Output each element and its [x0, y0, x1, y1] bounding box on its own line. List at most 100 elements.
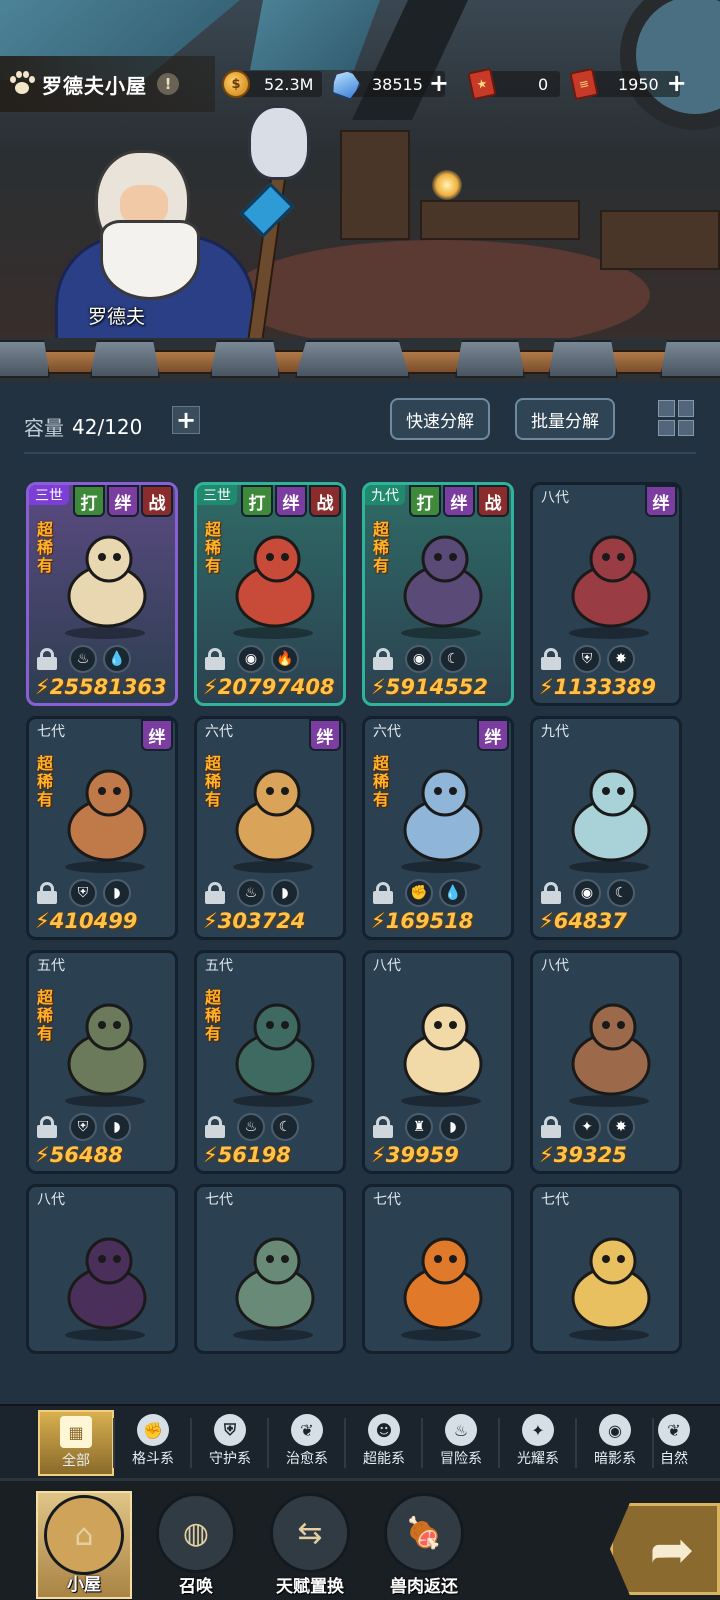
- pet-card[interactable]: 九代打绊战超稀有 ◉ ☾ ⚡5914552: [362, 482, 514, 706]
- category-tab[interactable]: ⛨ 守护系: [192, 1410, 268, 1476]
- lock-icon[interactable]: [373, 1116, 393, 1138]
- lock-icon[interactable]: [541, 1116, 561, 1138]
- pet-card[interactable]: 八代: [26, 1184, 178, 1354]
- compass-icon: ✦: [522, 1414, 554, 1446]
- capacity-display: 容量 42/120: [24, 412, 142, 441]
- nav-egg[interactable]: ◍ 召唤: [148, 1491, 244, 1599]
- category-tab[interactable]: ◉ 暗影系: [577, 1410, 653, 1476]
- pet-card[interactable]: 六代 绊超稀有 ✊ 💧 ⚡169518: [362, 716, 514, 940]
- rarity-badge: 超稀有: [37, 988, 54, 1043]
- eye-icon: ◉: [237, 645, 265, 673]
- grid-view-toggle[interactable]: [656, 398, 696, 438]
- compass-icon: ✦: [573, 1113, 601, 1141]
- pet-card[interactable]: 九代 ◉ ☾ ⚡64837: [530, 716, 682, 940]
- tower-icon: ♜: [405, 1113, 433, 1141]
- quick-decompose-button[interactable]: 快速分解: [390, 398, 490, 440]
- pet-card[interactable]: 八代 绊 ⛨ ✸ ⚡1133389: [530, 482, 682, 706]
- nav-house[interactable]: ⌂ 小屋: [36, 1491, 132, 1599]
- info-icon[interactable]: !: [157, 73, 179, 95]
- tag-badge: 绊: [477, 719, 509, 751]
- pet-storage-panel: 容量 42/120 + 快速分解 批量分解 三世打绊战超稀有 ♨ 💧 ⚡2558136…: [0, 382, 720, 1404]
- lock-icon[interactable]: [37, 1116, 57, 1138]
- staff-crystal: [239, 182, 295, 238]
- scroll-ticket-value: 1950: [618, 74, 659, 94]
- tag-badge: 绊: [309, 719, 341, 751]
- pet-card[interactable]: 八代 ✦ ✸ ⚡39325: [530, 950, 682, 1174]
- pet-card[interactable]: 七代 绊超稀有 ⛨ ◗ ⚡410499: [26, 716, 178, 940]
- lock-icon[interactable]: [373, 648, 393, 670]
- expand-capacity-button[interactable]: +: [172, 406, 200, 434]
- eye-icon: ◉: [405, 645, 433, 673]
- tag-badge: 绊: [141, 719, 173, 751]
- category-tab[interactable]: ❦ 自然: [654, 1410, 694, 1476]
- batch-decompose-button[interactable]: 批量分解: [515, 398, 615, 440]
- category-tab[interactable]: ♨ 冒险系: [423, 1410, 499, 1476]
- arrow-right-icon: ➦: [649, 1517, 695, 1581]
- generation-label: 九代: [365, 485, 405, 505]
- generation-label: 五代: [37, 958, 65, 974]
- tag-badge: 打: [73, 485, 105, 517]
- lock-icon[interactable]: [205, 648, 225, 670]
- pet-card[interactable]: 五代 超稀有 ♨ ☾ ⚡56198: [194, 950, 346, 1174]
- pet-card[interactable]: 七代: [530, 1184, 682, 1354]
- add-scroll-ticket-button[interactable]: +: [665, 71, 689, 96]
- pet-card[interactable]: 三世打绊战超稀有 ◉ 🔥 ⚡20797408: [194, 482, 346, 706]
- rug: [230, 240, 650, 350]
- element-icons: ✦ ✸: [573, 1113, 635, 1141]
- lock-icon[interactable]: [205, 1116, 225, 1138]
- creature-portrait: [215, 1223, 331, 1343]
- gem-value: 38515: [372, 74, 423, 94]
- boot-icon: ◗: [271, 879, 299, 907]
- tag-badge: 绊: [107, 485, 139, 517]
- bond-tags: 打绊战: [409, 485, 509, 517]
- lock-icon[interactable]: [37, 882, 57, 904]
- capacity-label: 容量: [24, 416, 64, 440]
- add-gem-button[interactable]: +: [427, 71, 451, 96]
- shield-icon: ⛨: [69, 879, 97, 907]
- pet-card[interactable]: 七代: [194, 1184, 346, 1354]
- category-tab[interactable]: ✦ 光耀系: [500, 1410, 576, 1476]
- power-icon: ⚡: [539, 909, 554, 933]
- forward-button[interactable]: ➦: [610, 1503, 720, 1595]
- rarity-badge: 超稀有: [373, 520, 390, 575]
- rarity-badge: 超稀有: [37, 520, 54, 575]
- moon-icon: ☾: [607, 879, 635, 907]
- lock-icon[interactable]: [541, 882, 561, 904]
- power-icon: ⚡: [203, 1143, 218, 1167]
- lock-icon[interactable]: [37, 648, 57, 670]
- flame-icon: ♨: [69, 645, 97, 673]
- bond-tags: 绊: [645, 485, 677, 517]
- bookshelf: [340, 130, 410, 240]
- power-value: ⚡39959: [371, 1143, 459, 1167]
- pet-card[interactable]: 七代: [362, 1184, 514, 1354]
- pet-card[interactable]: 八代 ♜ ◗ ⚡39959: [362, 950, 514, 1174]
- pet-card[interactable]: 六代 绊超稀有 ♨ ◗ ⚡303724: [194, 716, 346, 940]
- lock-icon[interactable]: [205, 882, 225, 904]
- power-icon: ⚡: [35, 1143, 50, 1167]
- category-label: 光耀系: [517, 1451, 559, 1467]
- eye-icon: ◉: [599, 1414, 631, 1446]
- moon-icon: ☾: [271, 1113, 299, 1141]
- category-tab[interactable]: ▦ 全部: [38, 1410, 114, 1476]
- category-tab[interactable]: ✊ 格斗系: [115, 1410, 191, 1476]
- nav-label: 兽肉返还: [390, 1577, 458, 1597]
- lock-icon[interactable]: [373, 882, 393, 904]
- power-icon: ⚡: [371, 909, 386, 933]
- house-icon: ⌂: [44, 1495, 124, 1575]
- generation-label: 七代: [37, 724, 65, 740]
- power-value: ⚡64837: [539, 909, 627, 933]
- bond-tags: 打绊战: [241, 485, 341, 517]
- creature-portrait: [215, 755, 331, 875]
- nav-meat[interactable]: 🍖 兽肉返还: [376, 1491, 472, 1599]
- lock-icon[interactable]: [541, 648, 561, 670]
- generation-label: 六代: [373, 724, 401, 740]
- gem-resource: 38515 +: [332, 68, 451, 100]
- category-tab[interactable]: ☻ 超能系: [346, 1410, 422, 1476]
- category-tab[interactable]: ❦ 治愈系: [269, 1410, 345, 1476]
- ticket-scroll-icon: ≡: [569, 67, 599, 101]
- pet-card[interactable]: 三世打绊战超稀有 ♨ 💧 ⚡25581363: [26, 482, 178, 706]
- nav-swap[interactable]: ⇆ 天赋置换: [262, 1491, 358, 1599]
- fist-icon: ✊: [405, 879, 433, 907]
- pet-card[interactable]: 五代 超稀有 ⛨ ◗ ⚡56488: [26, 950, 178, 1174]
- element-icons: ✊ 💧: [405, 879, 467, 907]
